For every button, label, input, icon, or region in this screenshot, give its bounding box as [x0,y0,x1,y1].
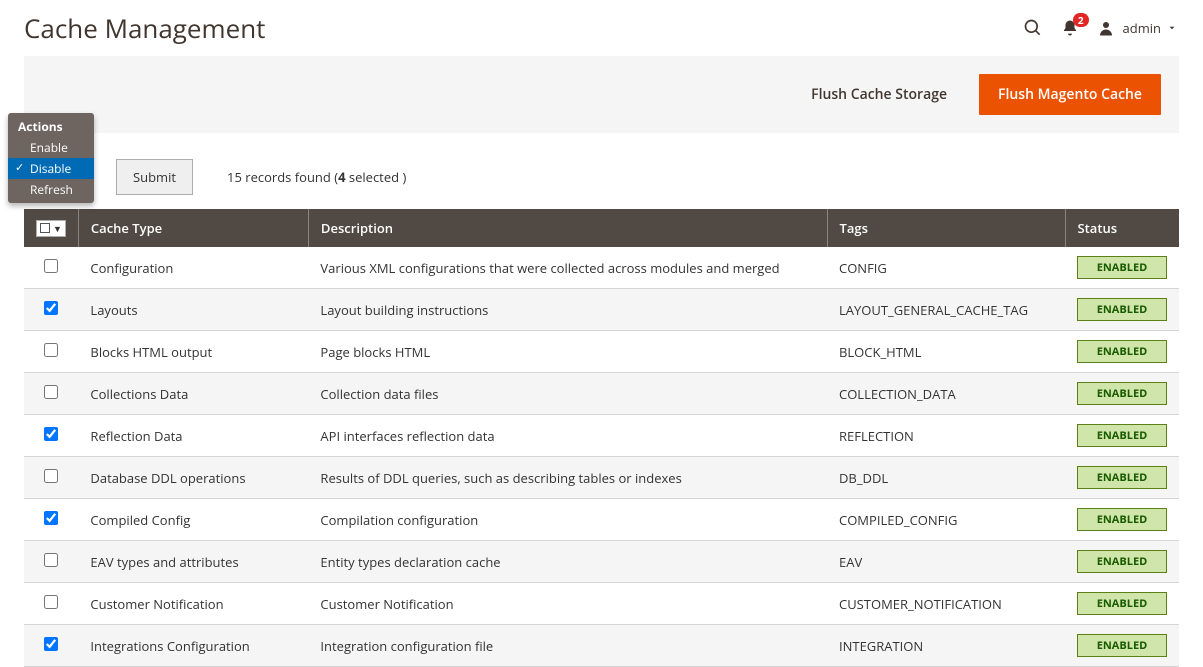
cell-cache-type: Database DDL operations [78,457,308,499]
column-header-description[interactable]: Description [308,209,827,247]
table-row: Blocks HTML outputPage blocks HTMLBLOCK_… [24,331,1179,373]
notifications-badge: 2 [1073,13,1089,27]
row-checkbox[interactable] [44,553,58,567]
cell-description: API interfaces reflection data [308,415,827,457]
records-found: 15 records found (4 selected ) [227,168,406,186]
table-row: Database DDL operationsResults of DDL qu… [24,457,1179,499]
cell-description: Entity types declaration cache [308,541,827,583]
status-badge: ENABLED [1077,466,1167,489]
status-badge: ENABLED [1077,256,1167,279]
row-checkbox[interactable] [44,301,58,315]
cell-cache-type: Configuration [78,247,308,289]
cell-cache-type: Integrations Configuration [78,625,308,667]
cell-description: Various XML configurations that were col… [308,247,827,289]
actions-option-disable[interactable]: Disable [8,158,94,179]
mass-select-toggle[interactable]: ▼ [36,220,66,237]
cell-tags: CUSTOMER_NOTIFICATION [827,583,1065,625]
status-badge: ENABLED [1077,424,1167,447]
page-header: Cache Management 2 admin [0,0,1203,56]
table-row: Customer NotificationCustomer Notificati… [24,583,1179,625]
status-badge: ENABLED [1077,634,1167,657]
cell-description: Results of DDL queries, such as describi… [308,457,827,499]
flush-actions-bar: Flush Cache Storage Flush Magento Cache [24,56,1179,133]
column-header-select: ▼ [24,209,78,247]
admin-user-menu[interactable]: admin [1097,19,1179,37]
table-row: Collections DataCollection data filesCOL… [24,373,1179,415]
actions-dropdown-header: Actions [8,116,94,137]
cell-tags: CONFIG [827,247,1065,289]
submit-button[interactable]: Submit [116,159,193,195]
cell-cache-type: EAV types and attributes [78,541,308,583]
cell-description: Layout building instructions [308,289,827,331]
cell-tags: COLLECTION_DATA [827,373,1065,415]
column-header-tags[interactable]: Tags [827,209,1065,247]
actions-option-refresh[interactable]: Refresh [8,179,94,200]
cell-tags: DB_DDL [827,457,1065,499]
chevron-down-icon: ▼ [53,222,62,235]
cell-cache-type: Compiled Config [78,499,308,541]
table-row: Compiled ConfigCompilation configuration… [24,499,1179,541]
row-checkbox[interactable] [44,511,58,525]
controls-row: Actions Enable Disable Refresh Submit 15… [24,159,1179,195]
table-row: ConfigurationVarious XML configurations … [24,247,1179,289]
row-checkbox[interactable] [44,385,58,399]
row-checkbox[interactable] [44,343,58,357]
table-row: Integrations ConfigurationIntegration co… [24,625,1179,667]
header-actions: 2 admin [1023,18,1179,38]
chevron-down-icon [1167,23,1177,33]
actions-option-enable[interactable]: Enable [8,137,94,158]
cell-tags: EAV [827,541,1065,583]
actions-dropdown: Actions Enable Disable Refresh [8,113,94,203]
flush-magento-cache-button[interactable]: Flush Magento Cache [979,74,1161,115]
status-badge: ENABLED [1077,382,1167,405]
checkbox-icon [40,223,50,233]
cache-table: ▼ Cache Type Description Tags Status Con… [24,209,1179,667]
cell-cache-type: Reflection Data [78,415,308,457]
cell-tags: REFLECTION [827,415,1065,457]
table-row: LayoutsLayout building instructionsLAYOU… [24,289,1179,331]
cell-description: Collection data files [308,373,827,415]
status-badge: ENABLED [1077,340,1167,363]
page-title: Cache Management [24,10,265,46]
flush-cache-storage-button[interactable]: Flush Cache Storage [793,74,965,115]
row-checkbox[interactable] [44,595,58,609]
row-checkbox[interactable] [44,427,58,441]
cell-description: Page blocks HTML [308,331,827,373]
status-badge: ENABLED [1077,508,1167,531]
table-row: EAV types and attributesEntity types dec… [24,541,1179,583]
cell-cache-type: Blocks HTML output [78,331,308,373]
cell-cache-type: Layouts [78,289,308,331]
row-checkbox[interactable] [44,637,58,651]
column-header-type[interactable]: Cache Type [78,209,308,247]
table-row: Reflection DataAPI interfaces reflection… [24,415,1179,457]
admin-user-label: admin [1123,19,1161,37]
cell-tags: LAYOUT_GENERAL_CACHE_TAG [827,289,1065,331]
cell-cache-type: Customer Notification [78,583,308,625]
column-header-status[interactable]: Status [1065,209,1179,247]
cell-description: Compilation configuration [308,499,827,541]
row-checkbox[interactable] [44,259,58,273]
status-badge: ENABLED [1077,550,1167,573]
cell-description: Integration configuration file [308,625,827,667]
cell-tags: BLOCK_HTML [827,331,1065,373]
notifications-icon[interactable]: 2 [1061,19,1079,37]
search-icon[interactable] [1023,18,1043,38]
row-checkbox[interactable] [44,469,58,483]
cell-description: Customer Notification [308,583,827,625]
status-badge: ENABLED [1077,592,1167,615]
status-badge: ENABLED [1077,298,1167,321]
cell-tags: COMPILED_CONFIG [827,499,1065,541]
cell-cache-type: Collections Data [78,373,308,415]
cell-tags: INTEGRATION [827,625,1065,667]
